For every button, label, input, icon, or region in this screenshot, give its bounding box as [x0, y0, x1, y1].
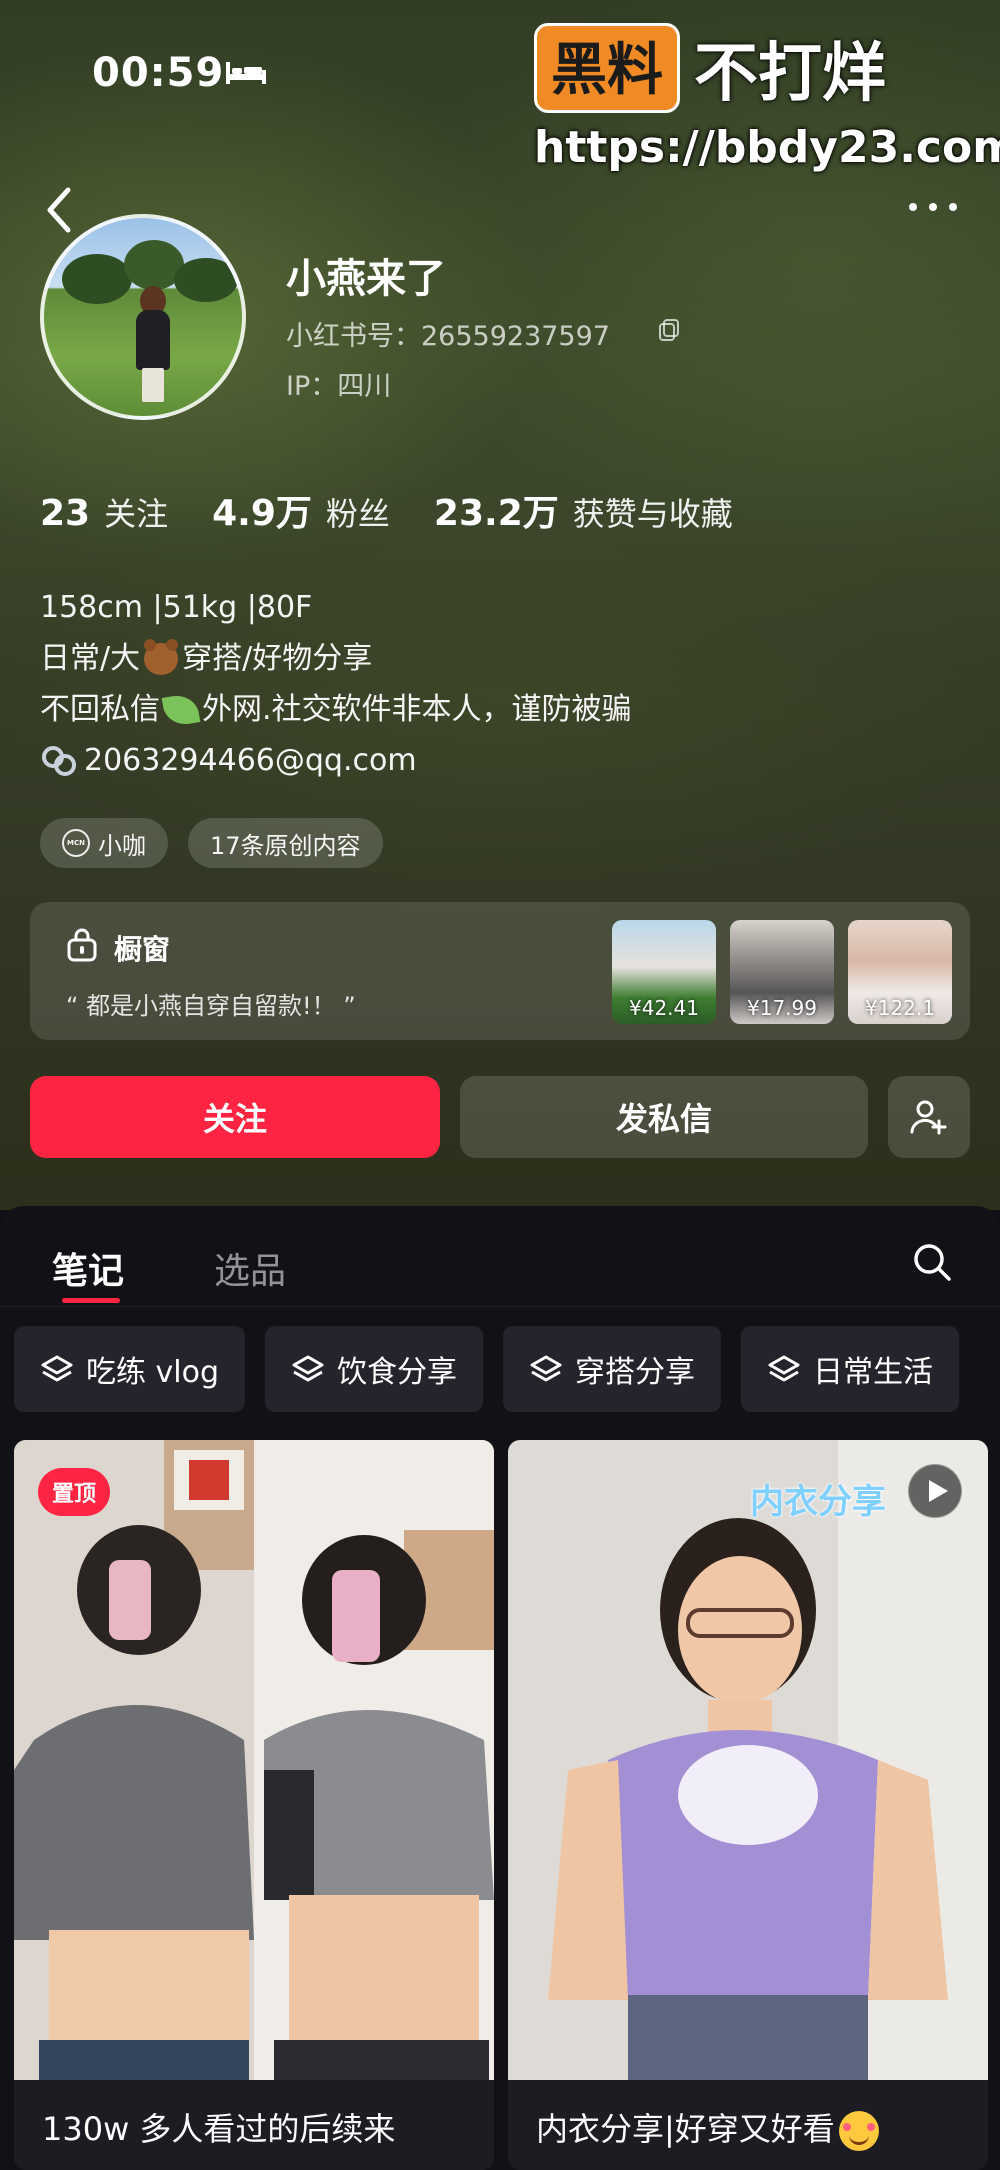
stat-following[interactable]: 23 关注	[40, 489, 168, 535]
stat-number: 23	[40, 493, 91, 534]
watermark: 黑料 不打烊	[534, 22, 886, 114]
play-icon	[908, 1464, 962, 1518]
watermark-badge: 黑料	[534, 23, 680, 113]
tag-original-count[interactable]: 17条原创内容	[188, 818, 383, 868]
tag-mcn[interactable]: MCN 小咖	[40, 818, 168, 868]
note-caption-text: 内衣分享|好穿又好看	[536, 2110, 835, 2148]
active-tab-indicator	[62, 1298, 120, 1303]
ip-location: IP：四川	[286, 371, 392, 402]
layers-icon	[530, 1355, 562, 1382]
smiling-face-emoji-icon	[838, 2111, 879, 2151]
shop-window[interactable]: 橱窗 “ 都是小燕自穿自留款!！ ” ¥42.41 ¥17.99 ¥122.1	[30, 902, 970, 1040]
bio-line-3-start: 不回私信	[40, 692, 160, 727]
bio-line-2-end: 穿搭/好物分享	[182, 641, 373, 676]
shop-bag-icon	[67, 928, 97, 962]
status-time: 00:59	[92, 50, 225, 96]
watermark-text: 不打烊	[694, 37, 886, 111]
stat-label: 获赞与收藏	[572, 495, 733, 533]
stat-followers[interactable]: 4.9万 粉丝	[212, 484, 390, 536]
product-price: ¥42.41	[629, 996, 699, 1020]
bio-line-2-start: 日常/大	[40, 641, 141, 676]
back-chevron-icon[interactable]	[40, 180, 80, 240]
sleep-mode-icon	[226, 62, 266, 84]
profile-bio: 158cm |51kg |80F 日常/大 穿搭/好物分享 不回私信 外网.社交…	[40, 582, 632, 786]
note-cover-image	[14, 1440, 494, 2080]
stat-label: 粉丝	[325, 495, 390, 533]
chip-collection[interactable]: 吃练 vlog	[14, 1326, 246, 1412]
shop-product[interactable]: ¥42.41	[612, 920, 716, 1024]
note-caption: 内衣分享|好穿又好看	[536, 2104, 879, 2151]
more-dots-icon[interactable]	[906, 200, 960, 214]
add-user-button[interactable]	[888, 1076, 970, 1158]
note-cover-image	[508, 1440, 988, 2080]
pinned-badge: 置顶	[38, 1468, 111, 1516]
link-icon	[42, 745, 76, 776]
red-id: 小红书号：26559237597	[286, 321, 610, 352]
leaf-emoji-icon	[161, 691, 201, 728]
chip-collection[interactable]: 饮食分享	[265, 1326, 484, 1412]
layers-icon	[41, 1355, 73, 1382]
product-price: ¥17.99	[747, 996, 817, 1020]
cover-overlay-title: 内衣分享	[750, 1482, 886, 1522]
stat-label: 关注	[104, 495, 169, 533]
note-card[interactable]: 置顶 130w 多人看过的后续来	[14, 1440, 494, 2170]
search-icon[interactable]	[910, 1240, 954, 1284]
stat-likes[interactable]: 23.2万 获赞与收藏	[434, 484, 733, 536]
tab-select[interactable]: 选品	[214, 1242, 286, 1294]
bio-line-1: 158cm |51kg |80F	[40, 590, 313, 625]
shop-quote: “ 都是小燕自穿自留款!！ ”	[66, 992, 356, 1020]
layers-icon	[768, 1355, 800, 1382]
chip-collection[interactable]: 日常生活	[741, 1326, 960, 1412]
tag-original-label: 17条原创内容	[210, 831, 361, 860]
follow-button[interactable]: 关注	[30, 1076, 440, 1158]
shop-product[interactable]: ¥17.99	[730, 920, 834, 1024]
chip-collection[interactable]: 穿搭分享	[503, 1326, 722, 1412]
copy-icon[interactable]	[658, 318, 680, 342]
bio-email: 2063294466@qq.com	[84, 743, 417, 778]
shop-product[interactable]: ¥122.1	[848, 920, 952, 1024]
product-price: ¥122.1	[865, 996, 935, 1020]
stat-number: 4.9万	[212, 493, 312, 534]
profile-stats: 23 关注 4.9万 粉丝 23.2万 获赞与收藏	[40, 484, 777, 536]
chip-label: 吃练 vlog	[86, 1355, 220, 1390]
tab-notes[interactable]: 笔记	[52, 1242, 124, 1294]
chip-label: 饮食分享	[337, 1355, 458, 1390]
add-user-icon	[910, 1100, 947, 1135]
watermark-url: https://bbdy23.com	[534, 122, 1000, 173]
chip-label: 日常生活	[813, 1355, 934, 1390]
profile-name: 小燕来了	[286, 256, 446, 302]
profile-tags: MCN 小咖 17条原创内容	[40, 818, 403, 868]
bio-line-3-end: 外网.社交软件非本人，谨防被骗	[202, 692, 632, 727]
shop-title: 橱窗	[114, 933, 171, 966]
message-button[interactable]: 发私信	[460, 1076, 868, 1158]
layers-icon	[292, 1355, 324, 1382]
tag-mcn-label: 小咖	[98, 831, 146, 860]
bear-emoji-icon	[144, 638, 179, 675]
chip-label: 穿搭分享	[575, 1355, 696, 1390]
mcn-icon: MCN	[62, 829, 90, 857]
notes-panel: 笔记 选品 吃练 vlog 饮食分享 穿搭分享 日常生活 置顶 130w 多人看…	[0, 1206, 1000, 2170]
collection-chips: 吃练 vlog 饮食分享 穿搭分享 日常生活	[14, 1326, 979, 1412]
stat-number: 23.2万	[433, 493, 559, 534]
avatar[interactable]	[40, 214, 246, 420]
note-card[interactable]: 内衣分享 内衣分享|好穿又好看	[508, 1440, 988, 2170]
note-caption: 130w 多人看过的后续来	[42, 2110, 396, 2148]
